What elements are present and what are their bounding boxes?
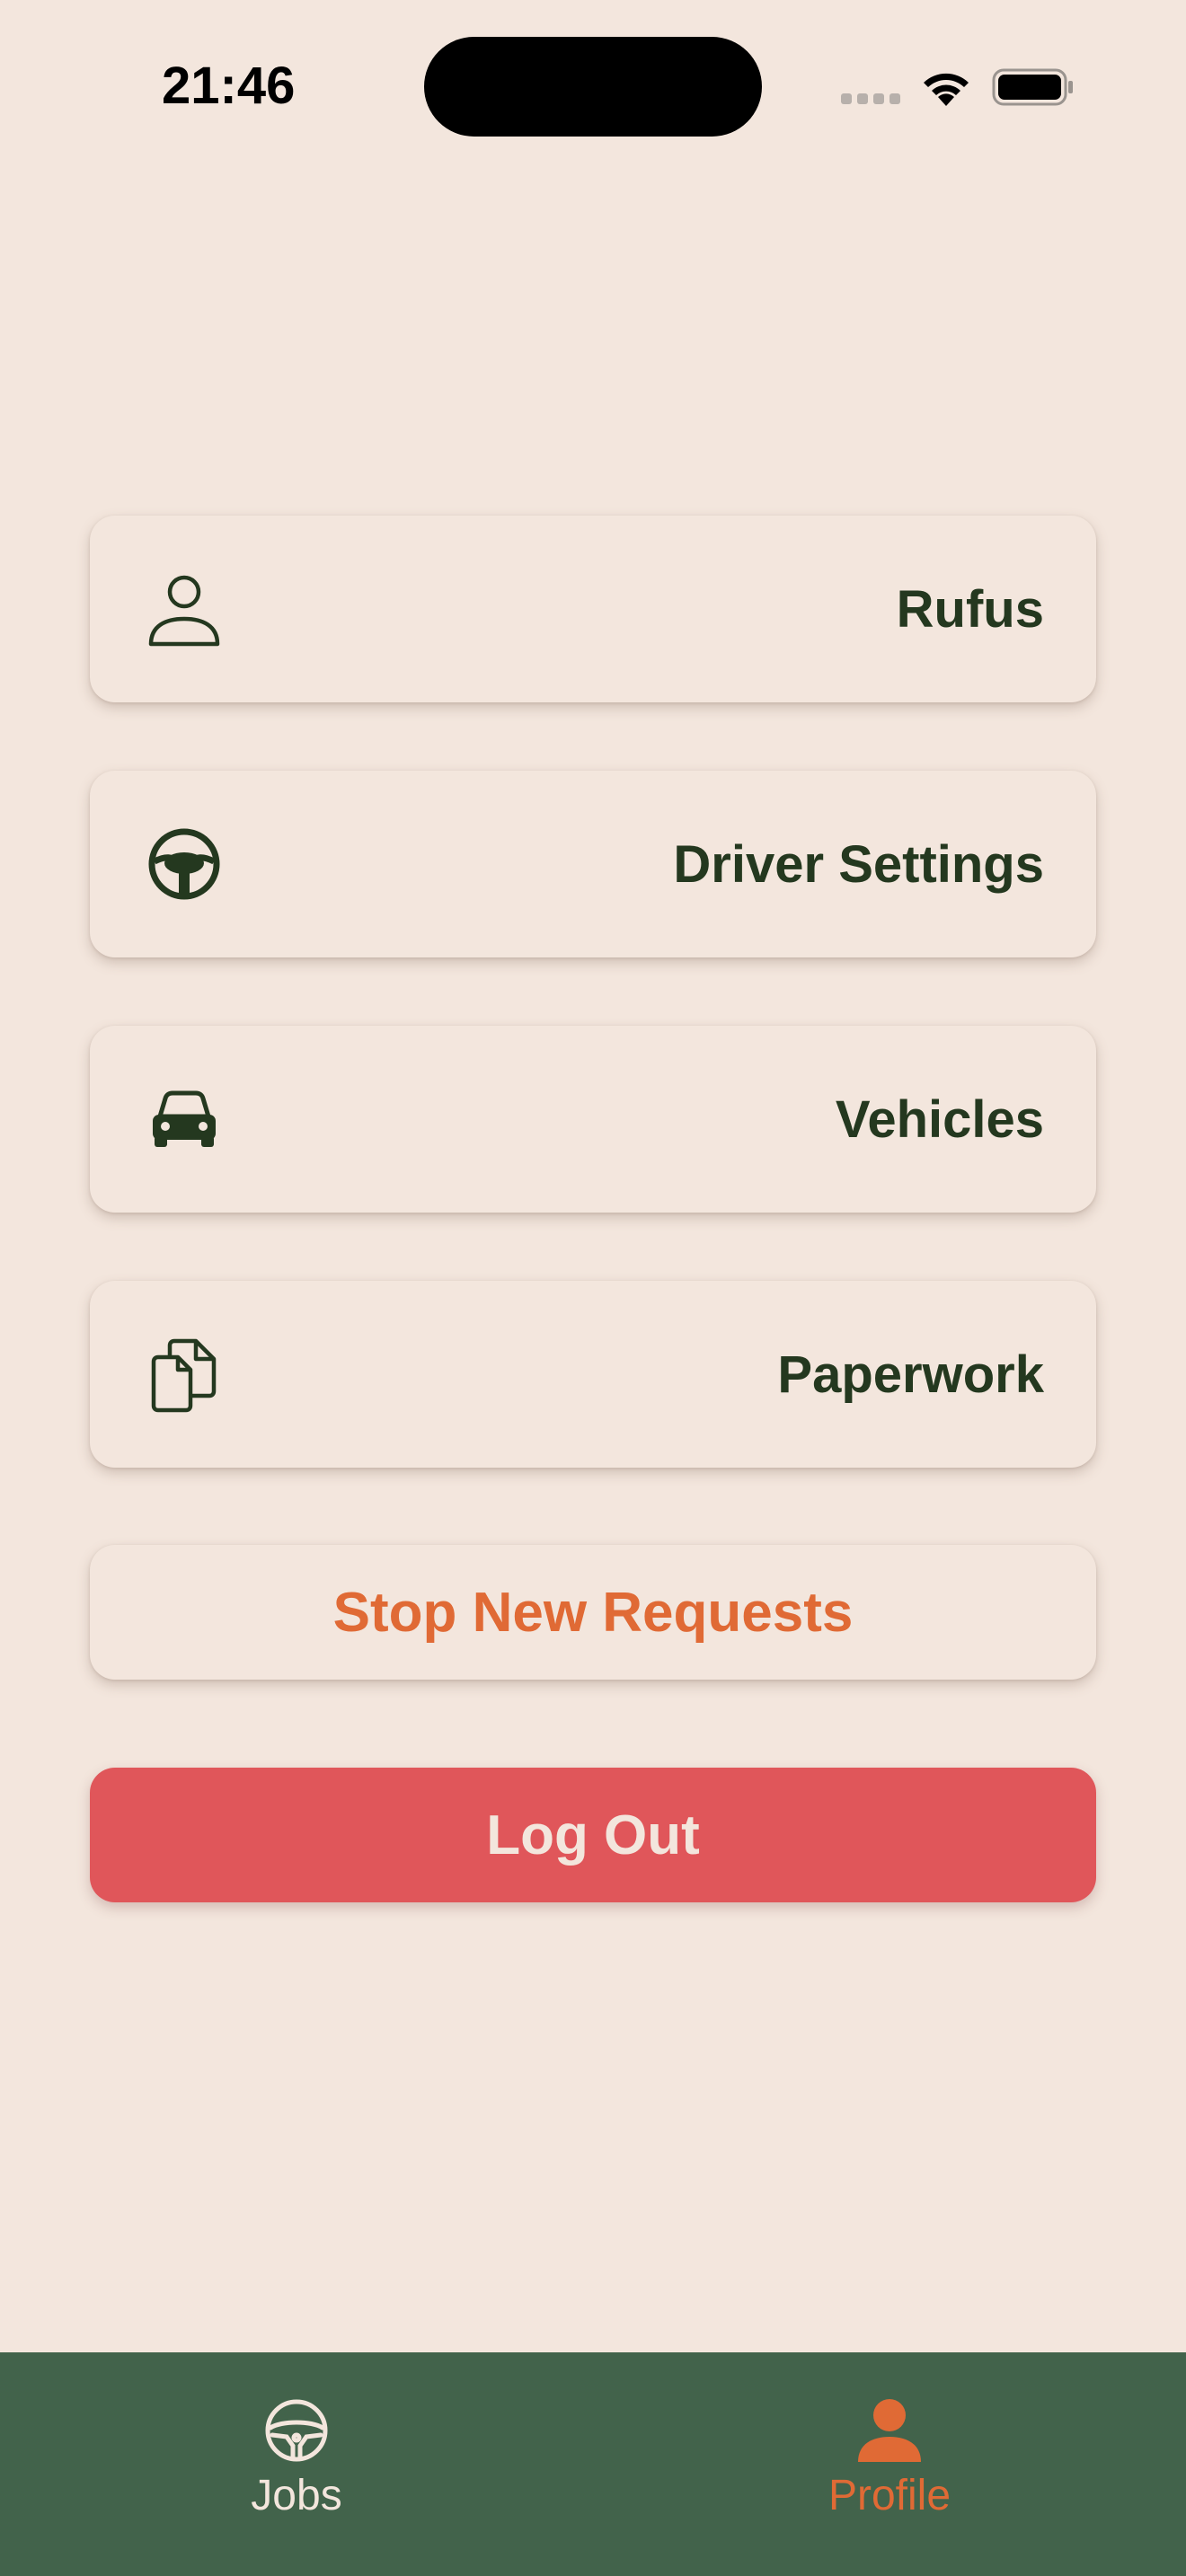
status-time: 21:46 [162,57,296,115]
tab-profile[interactable]: Profile [710,2352,1069,2550]
person-icon [858,2399,921,2462]
tab-jobs[interactable]: Jobs [117,2352,476,2550]
dynamic-island [424,37,762,137]
tab-bar: Jobs Profile [0,2352,1186,2576]
stop-new-requests-button[interactable]: Stop New Requests [90,1545,1096,1680]
menu-item-label: Vehicles [835,1090,1044,1149]
menu-item-label: Driver Settings [673,834,1044,894]
steering-wheel-icon [146,825,223,903]
menu-item-paperwork[interactable]: Paperwork [90,1281,1096,1468]
steering-wheel-icon [265,2399,328,2462]
wifi-icon [924,73,969,106]
battery-icon [992,68,1073,106]
car-icon [146,1081,223,1158]
tab-label: Jobs [251,2472,342,2519]
menu-item-label: Paperwork [777,1345,1044,1404]
menu-item-profile-name[interactable]: Rufus [90,516,1096,702]
person-icon [146,570,223,648]
tab-label: Profile [828,2472,951,2519]
menu-item-driver-settings[interactable]: Driver Settings [90,771,1096,957]
log-out-button[interactable]: Log Out [90,1768,1096,1902]
documents-icon [146,1336,223,1413]
menu-item-label: Rufus [896,579,1044,639]
menu-item-vehicles[interactable]: Vehicles [90,1026,1096,1213]
cellular-signal-icon [841,93,900,104]
